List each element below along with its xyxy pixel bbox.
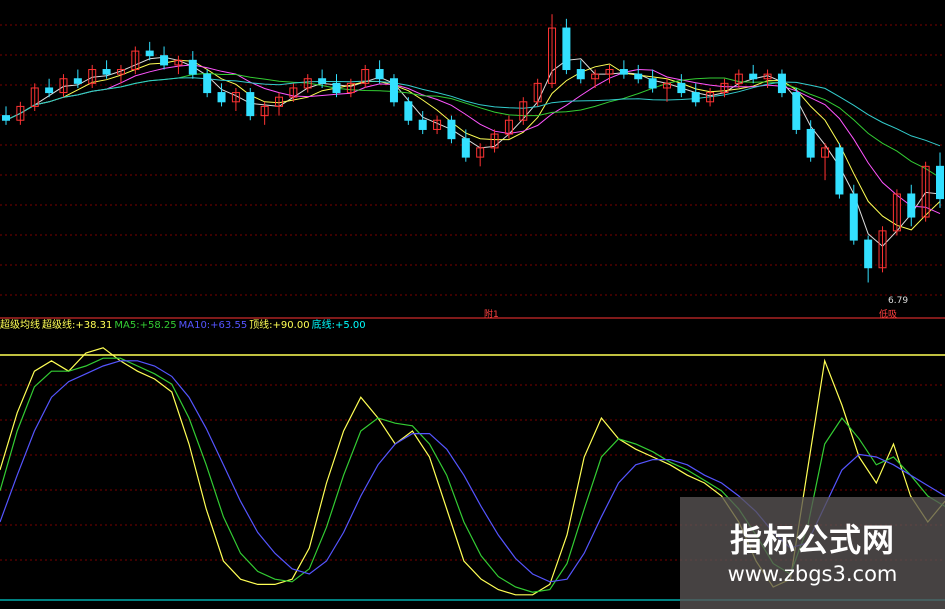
candle-body: [404, 101, 413, 121]
legend-item: 超级均线: [0, 320, 40, 331]
watermark: 指标公式网 www.zbgs3.com: [680, 497, 945, 609]
watermark-title: 指标公式网: [729, 521, 895, 559]
divider-tag: 附1: [484, 310, 499, 320]
moving-average-line: [5, 56, 941, 247]
candle-body: [2, 115, 10, 121]
candle-body: [634, 73, 643, 80]
candle-body: [447, 119, 456, 140]
candle-body: [864, 239, 873, 269]
price-moving-averages: [5, 56, 941, 247]
candle-body: [389, 78, 398, 103]
candle-body: [619, 69, 628, 75]
candle-body: [749, 73, 758, 80]
candle-body: [907, 193, 916, 218]
candle-body: [160, 55, 169, 66]
candle-body: [102, 69, 111, 75]
candle-body: [792, 92, 801, 130]
bottom-signal-tag: 低吸: [879, 310, 898, 320]
candle-body: [217, 92, 226, 103]
candle-body: [806, 128, 815, 158]
candle-body: [835, 147, 844, 195]
legend-item: 超级线:+38.31: [42, 320, 113, 331]
legend-item: 顶线:+90.00: [249, 320, 310, 331]
candle-body: [145, 50, 154, 57]
candle-body: [318, 78, 327, 84]
indicator-legend: 超级均线 超级线:+38.31 MA5:+58.25 MA10:+63.55 顶线:+9…: [0, 318, 368, 334]
legend-item: MA5:+58.25: [114, 320, 177, 331]
candle-body: [648, 78, 657, 89]
candle-body: [461, 138, 470, 158]
candle-body: [73, 78, 82, 84]
legend-item: MA10:+63.55: [178, 320, 248, 331]
candle-body: [576, 69, 585, 80]
candle-body: [418, 119, 427, 130]
candle-body: [45, 87, 54, 94]
candle-body: [562, 27, 571, 71]
candle-body: [203, 73, 212, 94]
moving-average-line: [5, 64, 941, 215]
candle-body: [188, 59, 197, 75]
candle-body: [677, 82, 686, 94]
candle-body: [849, 193, 858, 241]
candle-body: [246, 92, 255, 117]
price-panel-grid: [0, 24, 945, 296]
candle-body: [691, 92, 700, 103]
candle-body: [375, 69, 384, 80]
legend-item: 底线:+5.00: [311, 320, 366, 331]
low-price-label: 6.79: [888, 296, 909, 306]
watermark-url: www.zbgs3.com: [727, 562, 898, 586]
candle-body: [332, 82, 341, 94]
candle-body: [936, 165, 944, 200]
candlestick-series: [2, 14, 944, 283]
candle-body: [777, 73, 786, 94]
